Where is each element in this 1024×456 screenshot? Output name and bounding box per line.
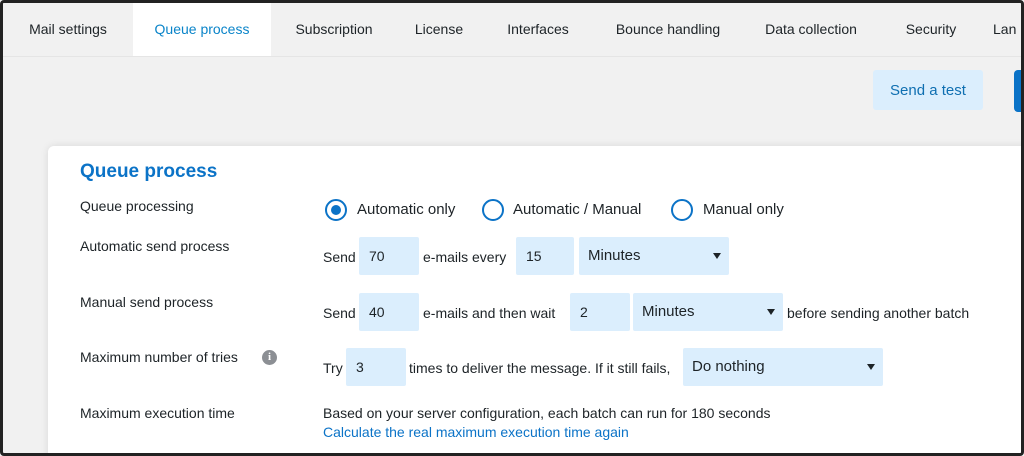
chevron-down-icon <box>767 309 775 315</box>
settings-tab-bar: Mail settings Queue process Subscription… <box>3 3 1021 57</box>
manual-send-unit-value: Minutes <box>642 303 695 320</box>
max-tries-label: Maximum number of tries <box>80 349 238 365</box>
primary-action-button-edge[interactable] <box>1014 70 1021 112</box>
max-execution-description: Based on your server configuration, each… <box>323 405 771 421</box>
manual-send-middle-text: e-mails and then wait <box>423 305 556 321</box>
radio-automatic-manual[interactable] <box>482 199 504 221</box>
tab-languages[interactable]: Lan <box>993 3 1021 56</box>
automatic-send-prefix: Send <box>323 249 356 265</box>
max-execution-label: Maximum execution time <box>80 405 235 421</box>
automatic-send-unit-value: Minutes <box>588 247 641 264</box>
max-tries-prefix: Try <box>323 360 343 376</box>
max-tries-action-value: Do nothing <box>692 358 765 375</box>
recalculate-execution-time-link[interactable]: Calculate the real maximum execution tim… <box>323 424 629 440</box>
tab-mail-settings[interactable]: Mail settings <box>3 3 133 56</box>
automatic-send-interval-input[interactable] <box>516 237 574 275</box>
tab-security[interactable]: Security <box>881 3 981 56</box>
max-tries-middle-text: times to deliver the message. If it stil… <box>409 360 671 376</box>
tab-queue-process[interactable]: Queue process <box>133 3 271 56</box>
chevron-down-icon <box>713 253 721 259</box>
max-tries-action-select[interactable]: Do nothing <box>683 348 883 386</box>
automatic-send-label: Automatic send process <box>80 238 230 254</box>
tab-subscription[interactable]: Subscription <box>271 3 397 56</box>
radio-manual-only[interactable] <box>671 199 693 221</box>
tab-license[interactable]: License <box>397 3 481 56</box>
info-icon[interactable]: i <box>262 350 277 365</box>
settings-window: Mail settings Queue process Subscription… <box>0 0 1024 456</box>
manual-send-unit-select[interactable]: Minutes <box>633 293 783 331</box>
queue-processing-label: Queue processing <box>80 198 194 214</box>
automatic-send-middle-text: e-mails every <box>423 249 507 265</box>
max-tries-input[interactable] <box>346 348 406 386</box>
automatic-send-unit-select[interactable]: Minutes <box>579 237 729 275</box>
section-heading: Queue process <box>80 161 218 182</box>
chevron-down-icon <box>867 364 875 370</box>
manual-send-interval-input[interactable] <box>570 293 630 331</box>
manual-send-count-input[interactable] <box>359 293 419 331</box>
send-test-button[interactable]: Send a test <box>873 70 983 110</box>
radio-manual-only-label[interactable]: Manual only <box>703 201 784 218</box>
automatic-send-count-input[interactable] <box>359 237 419 275</box>
tab-interfaces[interactable]: Interfaces <box>481 3 595 56</box>
radio-automatic-manual-label[interactable]: Automatic / Manual <box>513 201 641 218</box>
manual-send-prefix: Send <box>323 305 356 321</box>
radio-automatic-only-label[interactable]: Automatic only <box>357 201 455 218</box>
radio-automatic-only[interactable] <box>325 199 347 221</box>
manual-send-suffix: before sending another batch <box>787 305 970 321</box>
manual-send-label: Manual send process <box>80 294 214 310</box>
tab-bounce-handling[interactable]: Bounce handling <box>595 3 741 56</box>
tab-data-collection[interactable]: Data collection <box>741 3 881 56</box>
